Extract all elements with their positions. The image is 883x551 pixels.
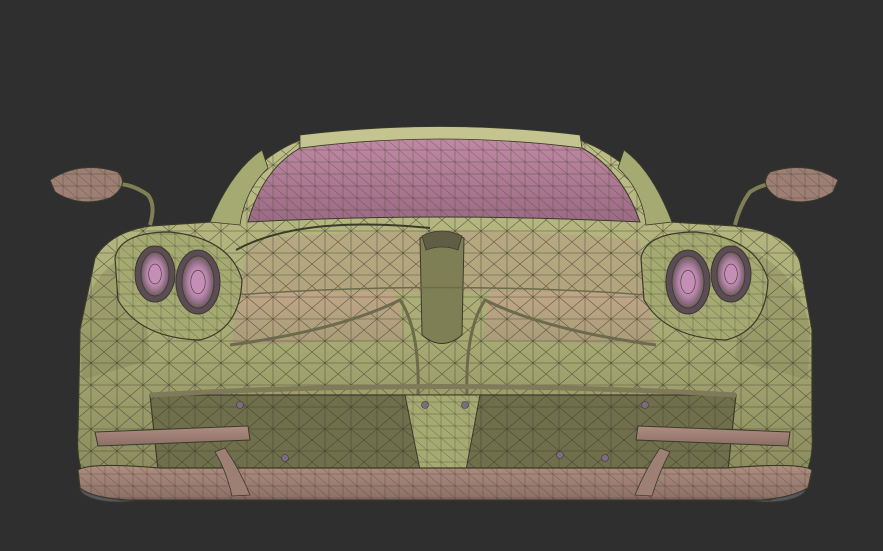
- right-headlight-outer-core: [724, 263, 738, 285]
- front-splitter-mesh: [78, 465, 812, 500]
- bumper-sensor-5: [281, 454, 289, 462]
- left-headlight-outer-core: [148, 263, 162, 285]
- right-headlight-inner-core: [680, 269, 696, 294]
- left-mirror-mesh: [50, 167, 123, 202]
- bumper-sensor-4: [641, 401, 649, 409]
- bumper-sensor-1: [236, 401, 244, 409]
- bumper-sensor-7: [601, 454, 609, 462]
- car-wireframe-render: [49, 126, 839, 503]
- right-mirror-mesh: [765, 167, 838, 202]
- 3d-viewport[interactable]: [0, 0, 883, 551]
- bumper-sensor-6: [556, 451, 564, 459]
- bumper-sensor-2: [421, 401, 429, 409]
- bumper-sensor-3: [461, 401, 469, 409]
- windshield-wire-mesh: [248, 138, 640, 222]
- hood-center-vent: [421, 230, 463, 251]
- left-headlight-inner-core: [190, 269, 206, 294]
